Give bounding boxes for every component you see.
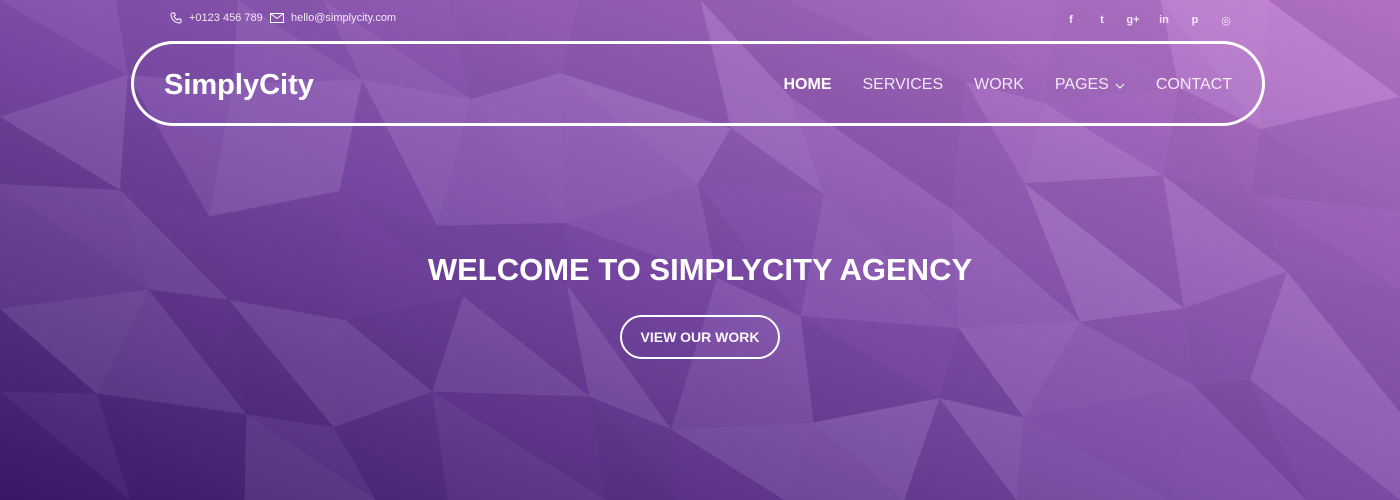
- mail-icon: [270, 13, 284, 23]
- social-links: f t g+ in p ◎: [1061, 10, 1236, 30]
- linkedin-icon[interactable]: in: [1154, 10, 1174, 30]
- nav-item-pages[interactable]: PAGES: [1055, 74, 1125, 96]
- nav-item-label: HOME: [783, 76, 832, 93]
- main-menu: HOME SERVICES WORK PAGES CONTACT: [784, 74, 1233, 96]
- chevron-down-icon: [1115, 74, 1125, 96]
- nav-item-contact[interactable]: CONTACT: [1156, 74, 1232, 96]
- email-contact[interactable]: hello@simplycity.com: [270, 12, 396, 24]
- email-address: hello@simplycity.com: [291, 12, 397, 24]
- main-navbar: SimplyCity HOME SERVICES WORK PAGES CONT…: [131, 41, 1265, 126]
- nav-item-label: CONTACT: [1155, 76, 1232, 93]
- phone-contact[interactable]: +0123 456 789: [170, 12, 263, 24]
- top-bar: +0123 456 789 hello@simplycity.com f t g…: [0, 0, 1400, 40]
- nav-item-label: WORK: [974, 76, 1024, 93]
- hero-title: WELCOME TO SIMPLYCITY AGENCY: [427, 252, 973, 287]
- view-our-work-button[interactable]: VIEW OUR WORK: [620, 315, 780, 359]
- nav-item-label: SERVICES: [862, 76, 944, 93]
- pinterest-icon[interactable]: p: [1185, 10, 1205, 30]
- nav-item-services[interactable]: SERVICES: [863, 74, 944, 96]
- dribbble-icon[interactable]: ◎: [1216, 10, 1236, 30]
- nav-item-label: PAGES: [1054, 76, 1109, 93]
- facebook-icon[interactable]: f: [1061, 10, 1081, 30]
- nav-item-home[interactable]: HOME: [784, 74, 832, 96]
- nav-item-work[interactable]: WORK: [974, 74, 1024, 96]
- phone-number: +0123 456 789: [189, 12, 263, 24]
- phone-icon: [170, 12, 182, 24]
- google-plus-icon[interactable]: g+: [1123, 10, 1143, 30]
- twitter-icon[interactable]: t: [1092, 10, 1112, 30]
- brand-logo[interactable]: SimplyCity: [164, 68, 314, 102]
